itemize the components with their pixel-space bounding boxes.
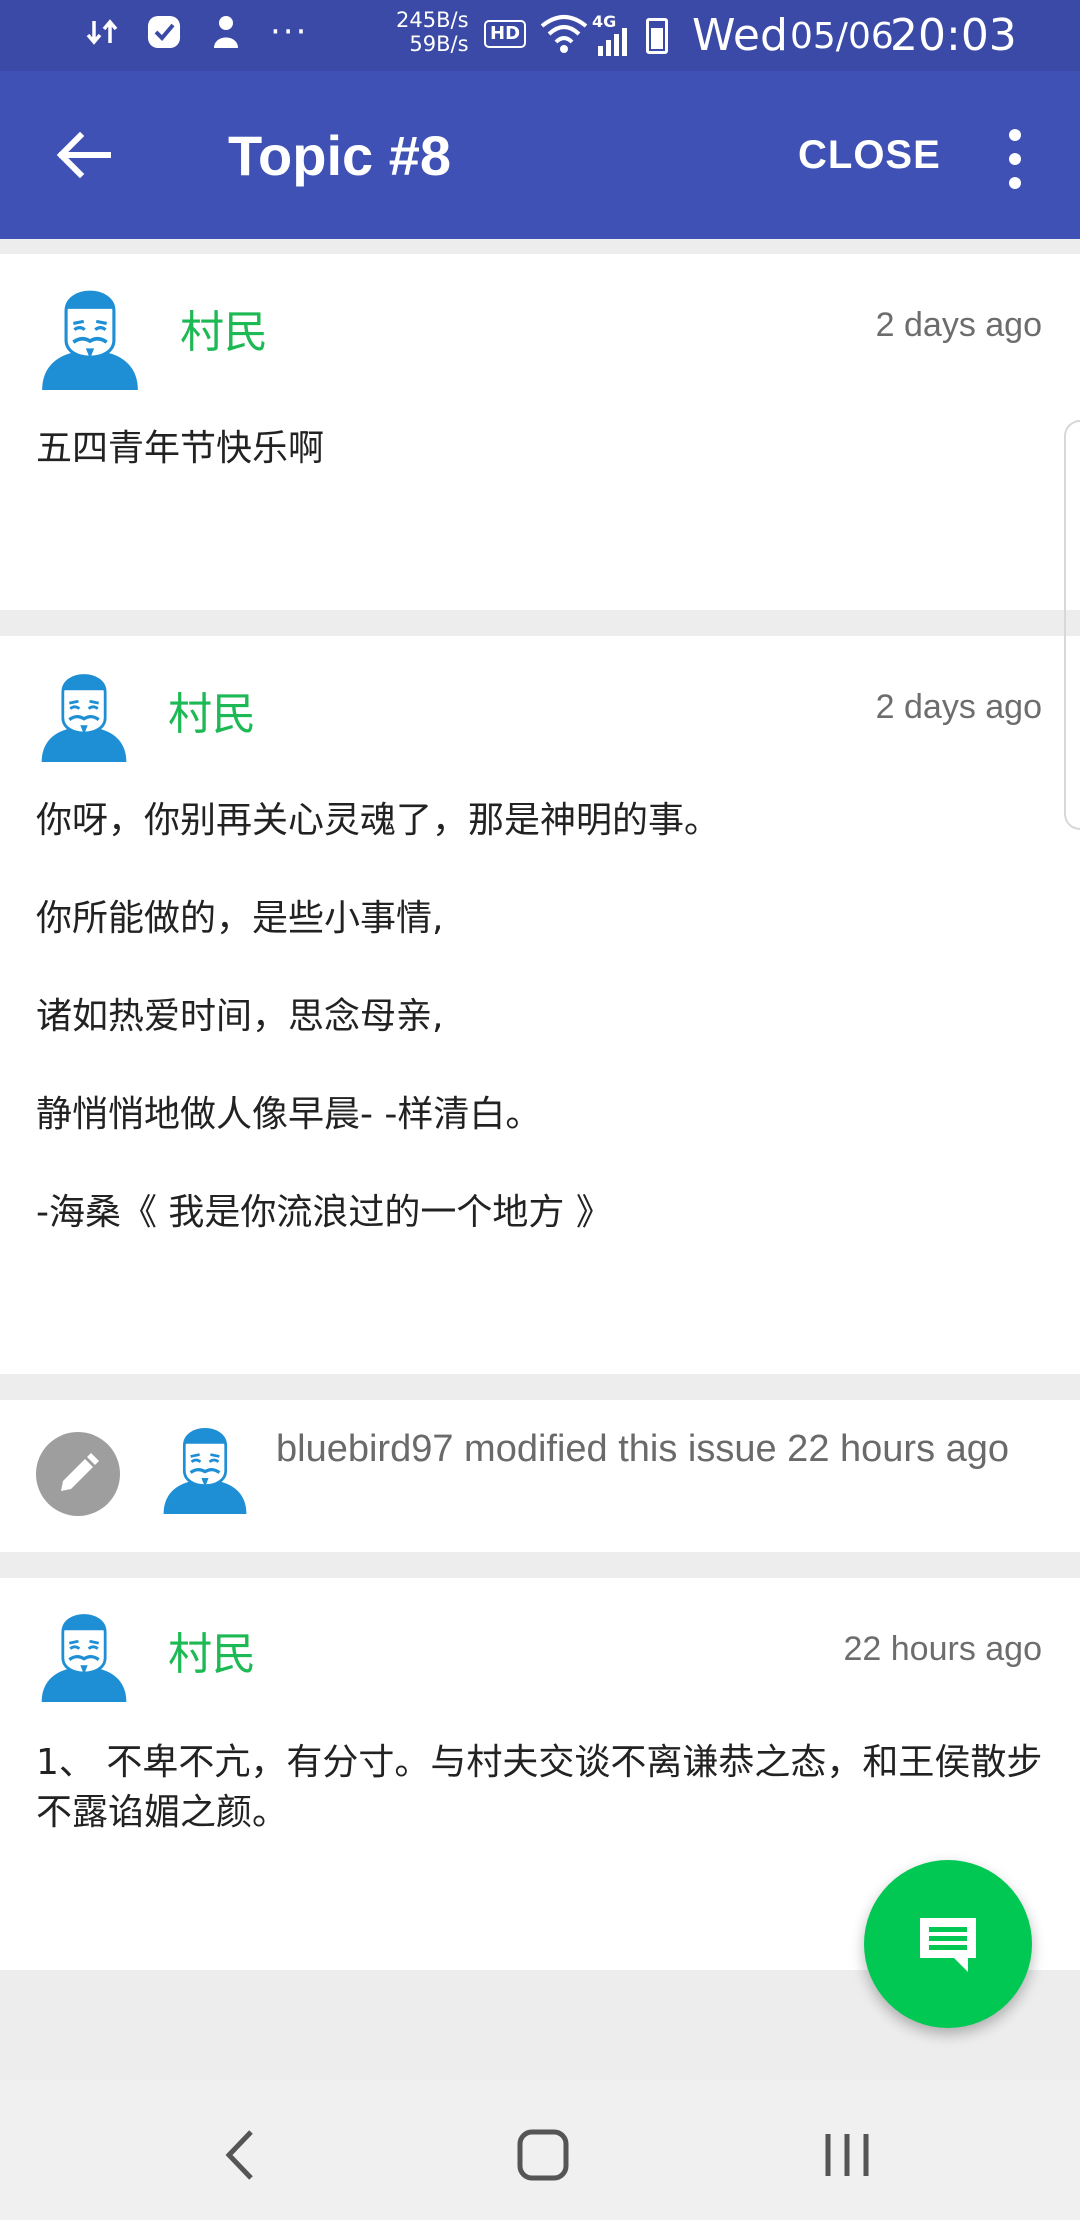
comment-card: 村民 2 days ago 你呀，你别再关心灵魂了，那是神明的事。 你所能做的，… <box>0 636 1080 1374</box>
comment-line: 你呀，你别再关心灵魂了，那是神明的事。 <box>36 800 721 841</box>
comment-line: 你所能做的，是些小事情, <box>36 898 444 939</box>
wifi-icon <box>540 14 588 58</box>
status-time: 20:03 <box>890 10 1017 61</box>
comment-body: 五四青年节快乐啊 <box>36 424 324 522</box>
comment-author[interactable]: 村民 <box>168 1618 256 1682</box>
comment-author[interactable]: 村民 <box>180 296 268 360</box>
comment-time: 2 days ago <box>875 688 1042 726</box>
recents-icon <box>825 2134 869 2176</box>
messenger-icon <box>146 14 182 50</box>
comment-time: 22 hours ago <box>843 1630 1043 1668</box>
comment-card: 村民 2 days ago 五四青年节快乐啊 <box>0 254 1080 610</box>
comment-body: 1、 不卑不亢，有分寸。与村夫交谈不离谦恭之态，和王侯散步不露谄媚之颜。 <box>36 1738 1044 1838</box>
network-speed: 245B/s 59B/s <box>396 8 469 56</box>
person-icon <box>208 14 244 50</box>
system-nav-bar <box>0 2080 1080 2220</box>
hd-voice-icon: HD <box>484 20 527 48</box>
data-transfer-icon <box>84 14 120 50</box>
comment-time: 2 days ago <box>875 306 1042 344</box>
status-bar: ··· 245B/s 59B/s HD 4G Wed 05/06 20:03 <box>0 0 1080 71</box>
download-speed: 59B/s <box>409 32 469 56</box>
status-date: 05/06 <box>790 16 894 57</box>
event-text: bluebird97 modified this issue 22 hours … <box>276 1428 1010 1470</box>
avatar[interactable] <box>38 286 142 394</box>
comment-line: 1、 不卑不亢，有分寸。与村夫交谈不离谦恭之态，和王侯散步不露谄媚之颜。 <box>36 1742 1043 1833</box>
back-button[interactable] <box>44 115 124 195</box>
comment-line: 五四青年节快乐啊 <box>36 428 325 469</box>
signal-icon <box>598 28 627 56</box>
comment-icon <box>920 1918 976 1972</box>
comment-line: -海桑《 我是你流浪过的一个地方 》 <box>36 1192 612 1233</box>
pencil-icon <box>36 1432 120 1516</box>
nav-recents-button[interactable] <box>802 2120 892 2190</box>
comment-author[interactable]: 村民 <box>168 678 256 742</box>
more-notifications-icon: ··· <box>270 12 309 52</box>
status-day: Wed <box>692 10 788 61</box>
chevron-left-icon <box>225 2130 253 2180</box>
more-options-icon[interactable] <box>990 129 1040 189</box>
scroll-edge-handle[interactable] <box>1064 420 1080 830</box>
avatar[interactable] <box>38 1610 130 1706</box>
notification-icons: ··· <box>84 14 308 50</box>
page-title: Topic #8 <box>228 124 452 187</box>
close-button[interactable]: CLOSE <box>798 133 941 178</box>
avatar[interactable] <box>38 670 130 766</box>
home-icon <box>517 2129 569 2181</box>
app-bar: Topic #8 CLOSE <box>0 71 1080 239</box>
nav-back-button[interactable] <box>196 2120 286 2190</box>
arrow-left-icon <box>56 131 111 179</box>
comment-body: 你呀，你别再关心灵魂了，那是神明的事。 你所能做的，是些小事情, 诸如热爱时间，… <box>36 796 720 1286</box>
upload-speed: 245B/s <box>396 8 469 32</box>
battery-icon <box>646 18 668 54</box>
comment-line: 诸如热爱时间，思念母亲, <box>36 996 444 1037</box>
comment-line: 静悄悄地做人像早晨- -样清白。 <box>36 1094 542 1135</box>
nav-home-button[interactable] <box>498 2120 588 2190</box>
new-comment-button[interactable] <box>864 1860 1032 2028</box>
avatar[interactable] <box>160 1424 250 1518</box>
